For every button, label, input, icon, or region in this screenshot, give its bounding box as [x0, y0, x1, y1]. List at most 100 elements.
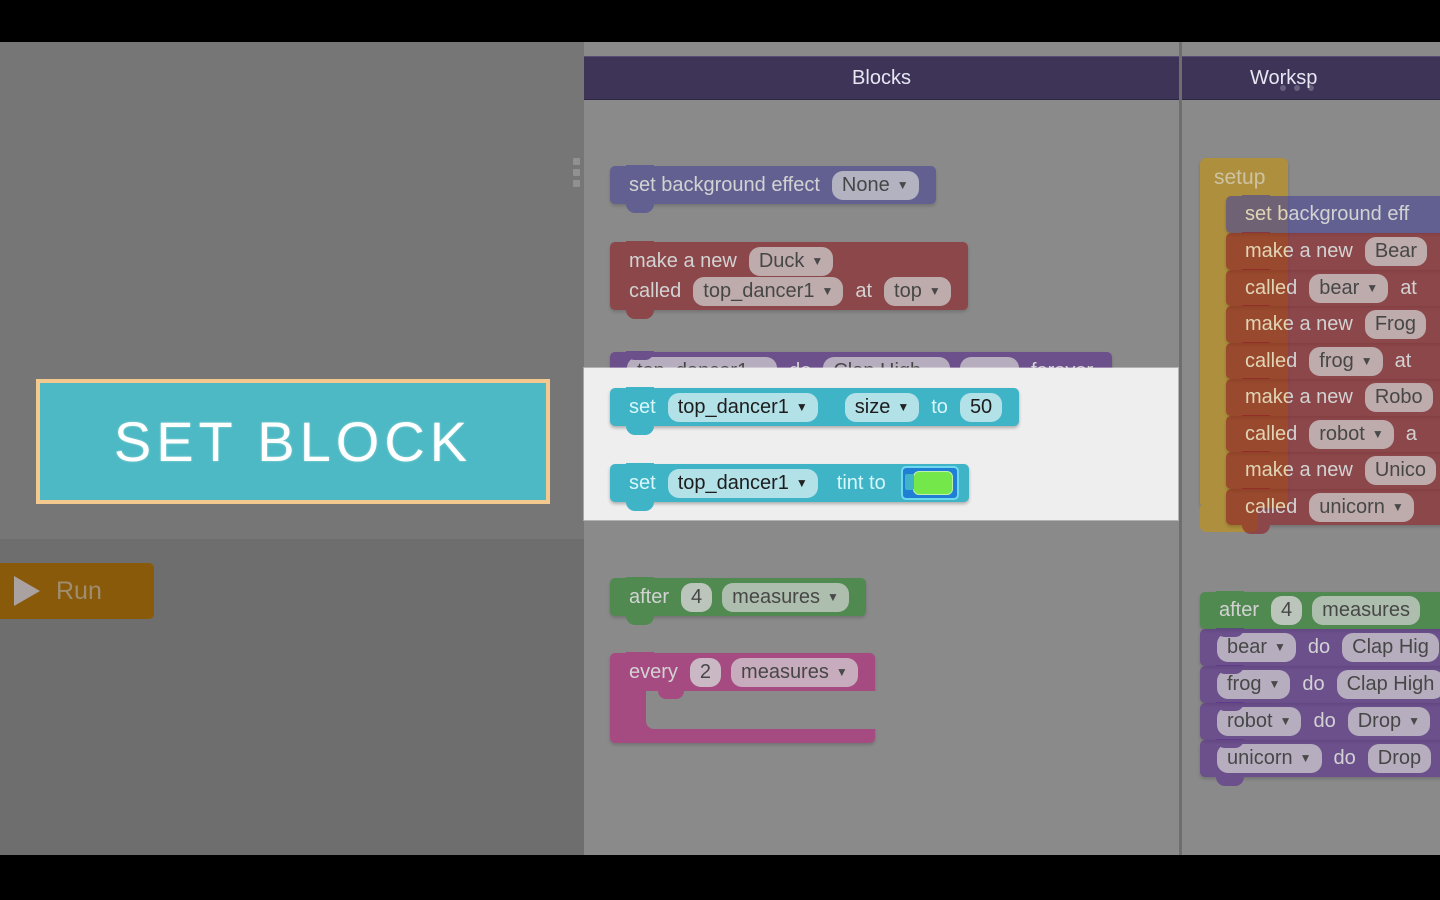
- set-tint-label: set: [629, 471, 656, 494]
- ws-block-called-robot[interactable]: called robot ▼ a: [1226, 415, 1440, 452]
- ws-name-dropdown[interactable]: frog ▼: [1309, 346, 1383, 376]
- ws-block-do-frog[interactable]: frog ▼ do Clap High: [1200, 665, 1440, 703]
- ws-block-after-measures[interactable]: after 4 measures: [1200, 591, 1440, 629]
- ws-do-dancer-dropdown[interactable]: frog ▼: [1217, 670, 1291, 699]
- ws-block-make-unicorn[interactable]: make a new Unico: [1226, 451, 1440, 489]
- ws-do-dancer-dropdown[interactable]: bear ▼: [1217, 633, 1296, 662]
- ws-do-move-value: Drop: [1357, 710, 1402, 732]
- block-after-measures[interactable]: after 4 measures ▼: [610, 577, 866, 625]
- tint-color-swatch[interactable]: [912, 471, 953, 495]
- after-unit-value: measures: [732, 585, 820, 608]
- every-unit-dropdown[interactable]: measures ▼: [731, 657, 858, 687]
- ws-name-dropdown[interactable]: unicorn ▼: [1309, 492, 1414, 522]
- set-block-banner-label: SET BLOCK: [113, 410, 473, 473]
- ws-block-called-unicorn[interactable]: called unicorn ▼: [1226, 488, 1440, 534]
- ws-kind-value: Bear: [1374, 240, 1418, 262]
- ws-after-count-input[interactable]: 4: [1271, 596, 1303, 625]
- every-block-slot[interactable]: [646, 691, 904, 729]
- screenshot-stage: SET BLOCK Run Blocks set background effe…: [0, 0, 1440, 900]
- at-label: at: [855, 279, 873, 302]
- block-set-property[interactable]: set top_dancer1 ▼ size ▼ to 50: [610, 387, 1020, 435]
- ws-kind-dropdown[interactable]: Bear: [1364, 237, 1428, 266]
- workspace-setup-stack[interactable]: set background eff make a new Bear calle…: [1226, 195, 1440, 534]
- set-size-to-label: to: [931, 395, 948, 418]
- ws-at-label: at: [1394, 349, 1412, 372]
- every-block-mouth[interactable]: [610, 691, 904, 743]
- block-set-background-effect[interactable]: set background effect None ▼: [610, 165, 936, 213]
- ws-do-move-dropdown[interactable]: Clap High: [1336, 670, 1440, 699]
- after-count-input[interactable]: 4: [681, 582, 713, 612]
- ws-name-value: bear: [1319, 276, 1360, 299]
- chevron-down-icon: ▼: [826, 589, 839, 604]
- chevron-down-icon: ▼: [1408, 714, 1420, 728]
- blocks-panel-title: Blocks: [852, 66, 911, 89]
- highlighted-set-blocks-region: set top_dancer1 ▼ size ▼ to 50 set top_d…: [584, 368, 1178, 520]
- drag-dot: [572, 157, 580, 165]
- chevron-down-icon: ▼: [1371, 426, 1384, 441]
- drag-dot: [572, 179, 580, 187]
- set-size-value-input[interactable]: 50: [959, 392, 1003, 422]
- block-set-tint[interactable]: set top_dancer1 ▼ tint to: [610, 463, 969, 511]
- ws-name-dropdown[interactable]: bear ▼: [1309, 273, 1389, 303]
- set-size-property-dropdown[interactable]: size ▼: [844, 392, 920, 422]
- make-row-kind: make a new Duck ▼: [622, 246, 838, 276]
- set-tint-dancer-dropdown[interactable]: top_dancer1 ▼: [667, 468, 818, 498]
- set-size-dancer-dropdown[interactable]: top_dancer1 ▼: [667, 392, 818, 422]
- background-effect-label: set background effect: [629, 173, 820, 196]
- dancer-position-dropdown[interactable]: top ▼: [884, 276, 951, 306]
- ws-called-label: called: [1245, 495, 1298, 518]
- after-label: after: [629, 585, 670, 608]
- run-button[interactable]: Run: [0, 563, 154, 619]
- dancer-kind-value: Duck: [758, 249, 805, 272]
- ws-do-move-dropdown[interactable]: Drop ▼: [1347, 707, 1430, 736]
- ws-block-make-frog[interactable]: make a new Frog: [1226, 305, 1440, 343]
- workspace-panel: Worksp setup set background eff make a n…: [1182, 42, 1440, 855]
- ws-block-called-bear[interactable]: called bear ▼ at: [1226, 269, 1440, 306]
- letterbox-top: [0, 0, 1440, 42]
- grip-dot: [1294, 85, 1300, 91]
- ws-block-make-robot[interactable]: make a new Robo: [1226, 378, 1440, 416]
- tint-to-label: tint to: [836, 471, 886, 494]
- set-block-banner: SET BLOCK: [36, 379, 550, 504]
- panel-drag-handle[interactable]: [570, 152, 582, 192]
- block-make-a-new[interactable]: make a new Duck ▼ called top_dancer1 ▼ a…: [610, 241, 968, 319]
- dancer-position-value: top: [894, 279, 922, 302]
- ws-at-label: at: [1400, 276, 1417, 299]
- chevron-down-icon: ▼: [897, 399, 910, 414]
- ws-name-dropdown[interactable]: robot ▼: [1309, 419, 1394, 449]
- ws-after-unit-dropdown[interactable]: measures: [1312, 596, 1420, 625]
- called-label: called: [629, 279, 682, 302]
- ws-do-dancer-dropdown[interactable]: robot ▼: [1217, 707, 1302, 736]
- chevron-down-icon: ▼: [896, 177, 909, 192]
- ws-do-move-dropdown[interactable]: Clap Hig: [1342, 633, 1439, 662]
- background-effect-dropdown[interactable]: None ▼: [831, 170, 919, 200]
- ws-block-make-bear[interactable]: make a new Bear: [1226, 232, 1440, 270]
- ws-block-do-robot[interactable]: robot ▼ do Drop ▼: [1200, 702, 1440, 740]
- workspace-after-stack[interactable]: after 4 measures bear ▼ do Clap Hig frog…: [1200, 591, 1440, 786]
- ws-kind-dropdown[interactable]: Frog: [1364, 310, 1426, 339]
- workspace-grip-dots[interactable]: [1280, 85, 1314, 91]
- color-picker-handle[interactable]: [904, 474, 914, 490]
- ws-after-unit-value: measures: [1322, 599, 1410, 621]
- ws-do-move-dropdown[interactable]: Drop: [1367, 744, 1432, 773]
- every-count-input[interactable]: 2: [689, 657, 722, 687]
- run-button-label: Run: [56, 576, 102, 605]
- dancer-name-dropdown[interactable]: top_dancer1 ▼: [693, 276, 844, 306]
- ws-block-do-unicorn[interactable]: unicorn ▼ do Drop: [1200, 739, 1440, 786]
- after-unit-dropdown[interactable]: measures ▼: [722, 582, 849, 612]
- ws-kind-dropdown[interactable]: Unico: [1364, 456, 1436, 485]
- every-header: every 2 measures ▼: [610, 653, 875, 691]
- ws-block-set-background-effect[interactable]: set background eff: [1226, 195, 1440, 233]
- workspace-canvas[interactable]: setup set background eff make a new Bear…: [1182, 100, 1440, 855]
- ws-kind-value: Robo: [1374, 386, 1423, 408]
- ws-do-dancer-dropdown[interactable]: unicorn ▼: [1217, 744, 1322, 773]
- dancer-kind-dropdown[interactable]: Duck ▼: [748, 246, 834, 276]
- ws-block-do-bear[interactable]: bear ▼ do Clap Hig: [1200, 628, 1440, 666]
- tint-color-picker[interactable]: [900, 466, 959, 500]
- ws-kind-dropdown[interactable]: Robo: [1364, 383, 1433, 412]
- ws-block-called-frog[interactable]: called frog ▼ at: [1226, 342, 1440, 379]
- block-every-measures[interactable]: every 2 measures ▼: [610, 652, 904, 743]
- ws-do-move-value: Drop: [1377, 747, 1422, 769]
- set-size-dancer-value: top_dancer1: [677, 395, 789, 418]
- grip-dot: [1308, 85, 1314, 91]
